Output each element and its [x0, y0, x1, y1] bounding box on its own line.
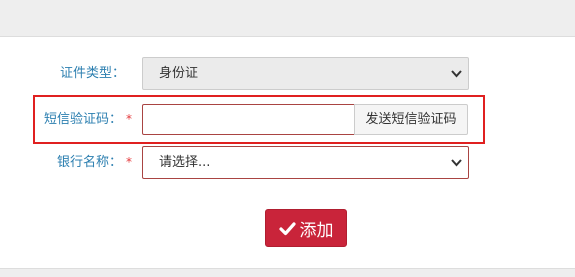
- bottom-panel: [0, 268, 575, 277]
- add-button[interactable]: 添加: [265, 209, 347, 247]
- id-type-row: 证件类型： 身份证: [0, 57, 575, 90]
- bank-name-selected-value: 请选择...: [159, 155, 211, 170]
- required-mark: *: [126, 112, 132, 126]
- sms-code-row: 短信验证码： * 发送短信验证码: [0, 103, 575, 136]
- top-panel: [0, 0, 575, 37]
- id-type-selected-value: 身份证: [159, 66, 199, 81]
- sms-code-label: 短信验证码： *: [43, 112, 132, 127]
- bank-name-label: 银行名称： *: [56, 155, 132, 170]
- add-button-label: 添加: [299, 220, 334, 240]
- required-mark: *: [126, 155, 132, 169]
- bank-name-select[interactable]: 请选择...: [142, 146, 469, 179]
- id-type-label: 证件类型：: [59, 66, 125, 81]
- bank-name-row: 银行名称： * 请选择...: [0, 146, 575, 179]
- chevron-down-icon: [451, 159, 462, 167]
- id-type-select[interactable]: 身份证: [142, 57, 469, 90]
- chevron-down-icon: [451, 70, 462, 78]
- checkmark-icon: [278, 221, 296, 235]
- send-sms-code-button[interactable]: 发送短信验证码: [354, 104, 468, 135]
- sms-code-input[interactable]: [142, 104, 355, 135]
